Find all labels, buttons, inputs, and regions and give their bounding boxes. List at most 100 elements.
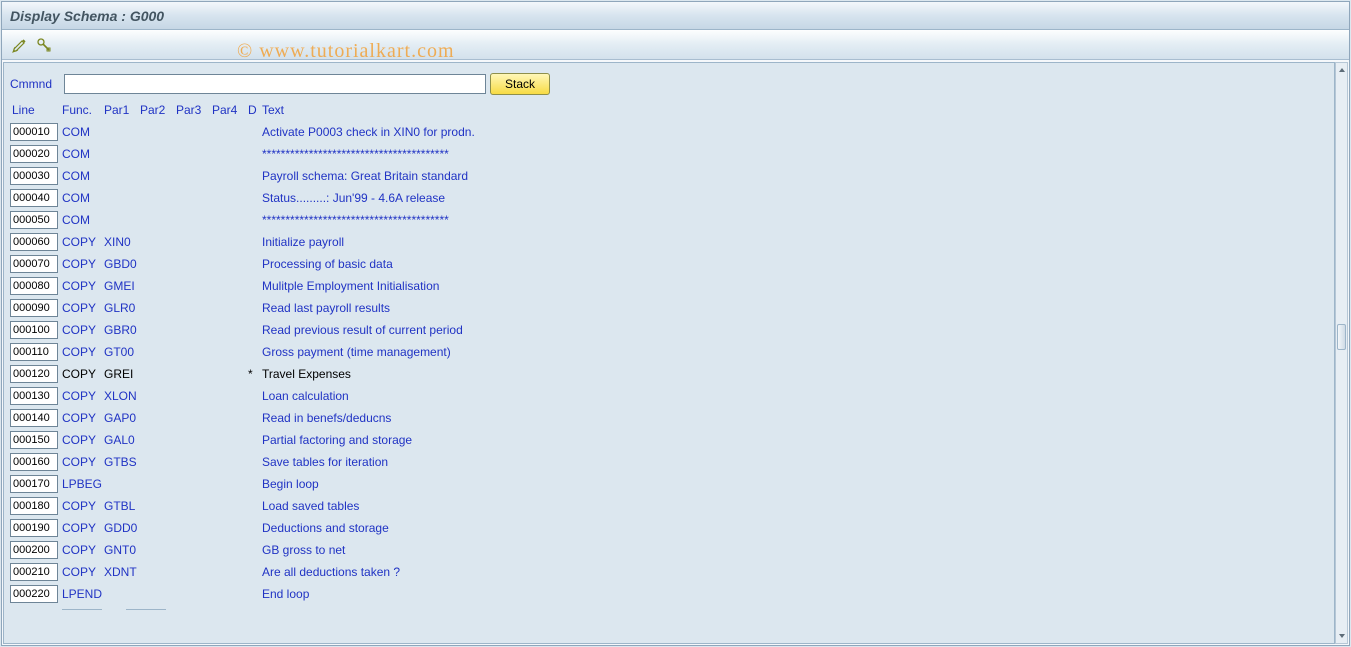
line-input[interactable] [10, 563, 58, 581]
cell-text: Save tables for iteration [262, 455, 1328, 469]
line-input[interactable] [10, 431, 58, 449]
line-input[interactable] [10, 321, 58, 339]
table-row: COPYGLR0Read last payroll results [10, 297, 1328, 319]
table-row: COPYGBR0Read previous result of current … [10, 319, 1328, 341]
command-input[interactable] [64, 74, 486, 94]
line-input[interactable] [10, 255, 58, 273]
cell-text: Begin loop [262, 477, 1328, 491]
cell-text: Deductions and storage [262, 521, 1328, 535]
cell-text: Processing of basic data [262, 257, 1328, 271]
line-input[interactable] [10, 277, 58, 295]
table-row: COM*************************************… [10, 143, 1328, 165]
table-row: COPYGT00 Gross payment (time management) [10, 341, 1328, 363]
cell-par1: GAL0 [104, 433, 140, 447]
line-input[interactable] [10, 387, 58, 405]
cell-text: **************************************** [262, 147, 1328, 161]
command-row: Cmmnd Stack [10, 73, 1328, 95]
cell-text: Status.........: Jun'99 - 4.6A release [262, 191, 1328, 205]
cell-func: COPY [62, 455, 104, 469]
cell-par1: GLR0 [104, 301, 140, 315]
line-input[interactable] [10, 409, 58, 427]
table-row: COPYGREI*Travel Expenses [10, 363, 1328, 385]
cell-par1: GT00 [104, 345, 140, 359]
cell-par1: GBR0 [104, 323, 140, 337]
header-line: Line [10, 103, 62, 117]
title-bar: Display Schema : G000 [2, 2, 1349, 30]
page-title: Display Schema : G000 [10, 8, 164, 24]
app-window: Display Schema : G000 © www.tutorialkart… [1, 1, 1350, 646]
table-row: COMStatus.........: Jun'99 - 4.6A releas… [10, 187, 1328, 209]
cell-text: Gross payment (time management) [262, 345, 1328, 359]
line-input[interactable] [10, 189, 58, 207]
line-input[interactable] [10, 475, 58, 493]
header-par2: Par2 [140, 103, 176, 117]
cell-par1: GBD0 [104, 257, 140, 271]
cell-func: COPY [62, 279, 104, 293]
cell-text: Are all deductions taken ? [262, 565, 1328, 579]
header-func: Func. [62, 103, 104, 117]
scroll-down-icon[interactable] [1336, 629, 1347, 643]
scrollbar-thumb[interactable] [1337, 324, 1346, 350]
cell-func: COPY [62, 257, 104, 271]
line-input[interactable] [10, 519, 58, 537]
cell-func: COM [62, 213, 104, 227]
attributes-icon[interactable] [34, 35, 54, 55]
cell-par1: GTBS [104, 455, 140, 469]
cell-par1: GAP0 [104, 411, 140, 425]
cell-text: Read in benefs/deducns [262, 411, 1328, 425]
line-input[interactable] [10, 123, 58, 141]
line-input[interactable] [10, 211, 58, 229]
cell-par1: GTBL [104, 499, 140, 513]
line-input[interactable] [10, 299, 58, 317]
cell-func: COPY [62, 323, 104, 337]
cell-par1: GDD0 [104, 521, 140, 535]
content-area: Cmmnd Stack Line Func. Par1 Par2 Par3 Pa… [3, 62, 1335, 644]
table-row: COM Activate P0003 check in XIN0 for prod… [10, 121, 1328, 143]
vertical-scrollbar[interactable] [1335, 62, 1348, 644]
line-input[interactable] [10, 541, 58, 559]
cell-func: COPY [62, 345, 104, 359]
cell-func: COM [62, 169, 104, 183]
line-input[interactable] [10, 497, 58, 515]
cell-func: LPEND [62, 587, 104, 601]
table-row: LPBEGBegin loop [10, 473, 1328, 495]
header-par3: Par3 [176, 103, 212, 117]
cell-func: COPY [62, 433, 104, 447]
table-row: COPYGTBS Save tables for iteration [10, 451, 1328, 473]
line-input[interactable] [10, 453, 58, 471]
line-input[interactable] [10, 365, 58, 383]
cell-text: Loan calculation [262, 389, 1328, 403]
table-row: COM *************************************… [10, 209, 1328, 231]
line-input[interactable] [10, 233, 58, 251]
cell-text: Activate P0003 check in XIN0 for prodn. [262, 125, 1328, 139]
cell-text: GB gross to net [262, 543, 1328, 557]
cell-func: COPY [62, 389, 104, 403]
cell-text: Initialize payroll [262, 235, 1328, 249]
cell-par1: XIN0 [104, 235, 140, 249]
scroll-up-icon[interactable] [1336, 63, 1347, 77]
table-row: COPYXDNTAre all deductions taken ? [10, 561, 1328, 583]
line-input[interactable] [10, 167, 58, 185]
cell-func: COM [62, 125, 104, 139]
edit-icon[interactable] [10, 35, 30, 55]
cell-text: Load saved tables [262, 499, 1328, 513]
table-row: COM Payroll schema: Great Britain standar… [10, 165, 1328, 187]
command-label: Cmmnd [10, 77, 60, 91]
cell-func: COPY [62, 499, 104, 513]
cell-text: Payroll schema: Great Britain standard [262, 169, 1328, 183]
cell-text: **************************************** [262, 213, 1328, 227]
cell-par1: XDNT [104, 565, 140, 579]
line-input[interactable] [10, 343, 58, 361]
table-row: LPEND End loop [10, 583, 1328, 605]
cell-par1: GREI [104, 367, 140, 381]
table-row: COPYGNT0GB gross to net [10, 539, 1328, 561]
cell-func: COPY [62, 367, 104, 381]
line-input[interactable] [10, 145, 58, 163]
header-par1: Par1 [104, 103, 140, 117]
cell-par1: GNT0 [104, 543, 140, 557]
cell-text: End loop [262, 587, 1328, 601]
cell-func: COPY [62, 411, 104, 425]
line-input[interactable] [10, 585, 58, 603]
cell-text: Partial factoring and storage [262, 433, 1328, 447]
stack-button[interactable]: Stack [490, 73, 550, 95]
